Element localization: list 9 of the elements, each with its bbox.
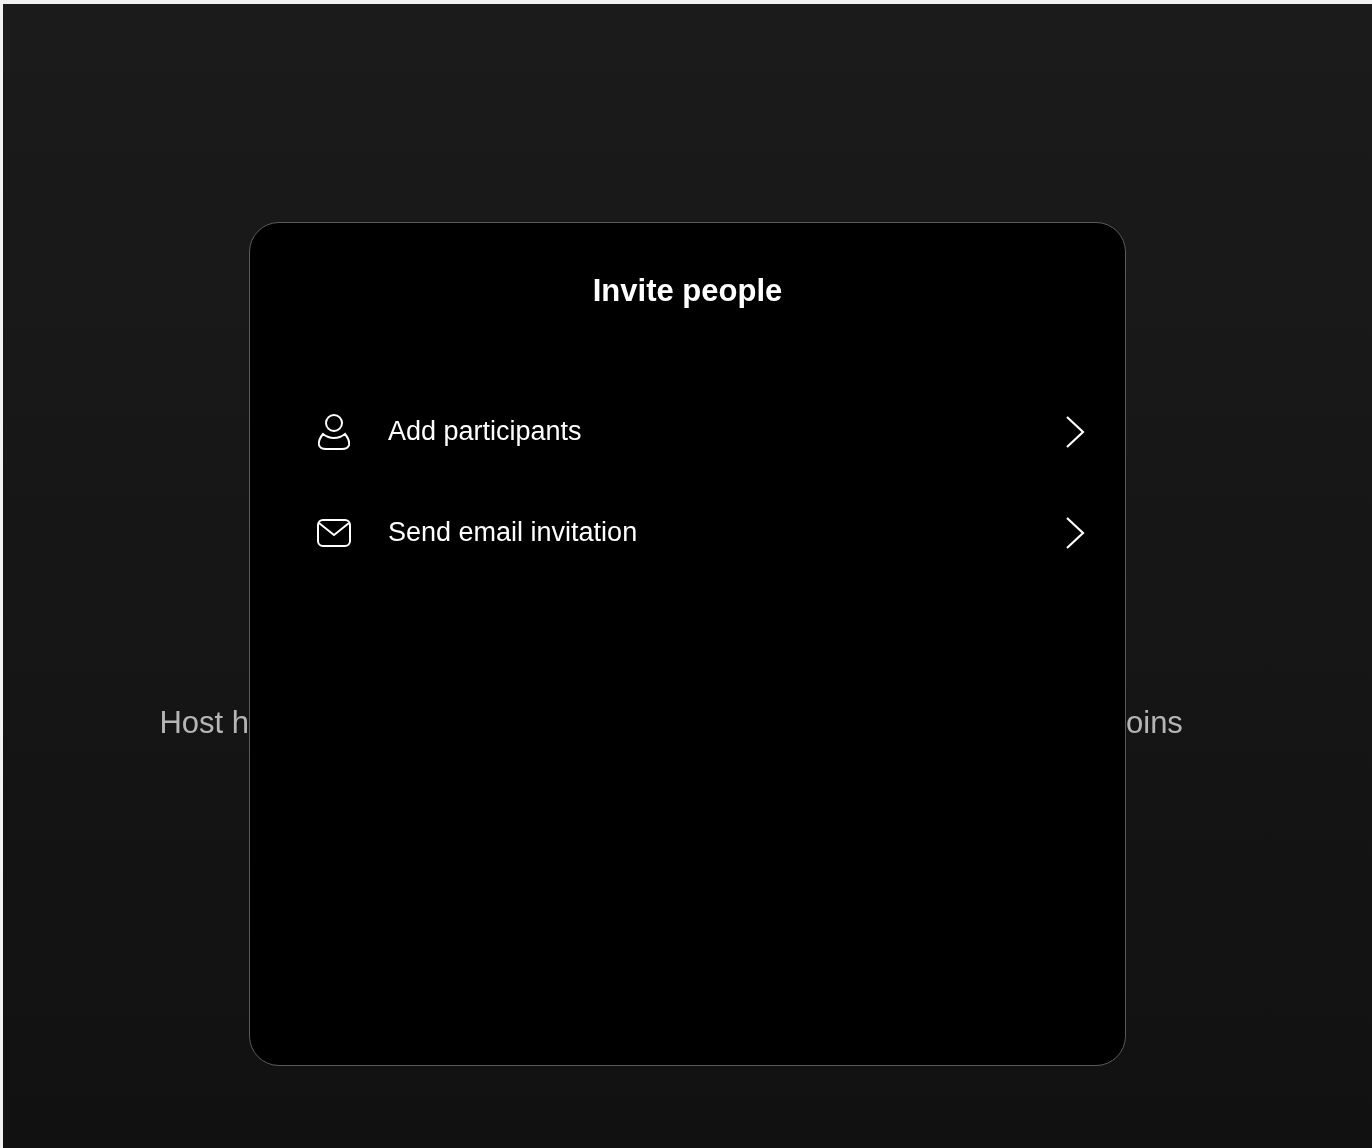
dialog-title: Invite people bbox=[592, 273, 783, 309]
person-icon bbox=[316, 412, 352, 451]
chevron-icon bbox=[1065, 414, 1085, 449]
menu-item[interactable]: Add participants bbox=[250, 381, 1125, 482]
menu-item[interactable]: Send email invitation bbox=[250, 482, 1125, 583]
background-message: oins bbox=[1126, 705, 1183, 741]
background-message: Host h bbox=[159, 705, 249, 741]
chevron-icon bbox=[1065, 515, 1085, 550]
mail-icon bbox=[316, 517, 352, 548]
